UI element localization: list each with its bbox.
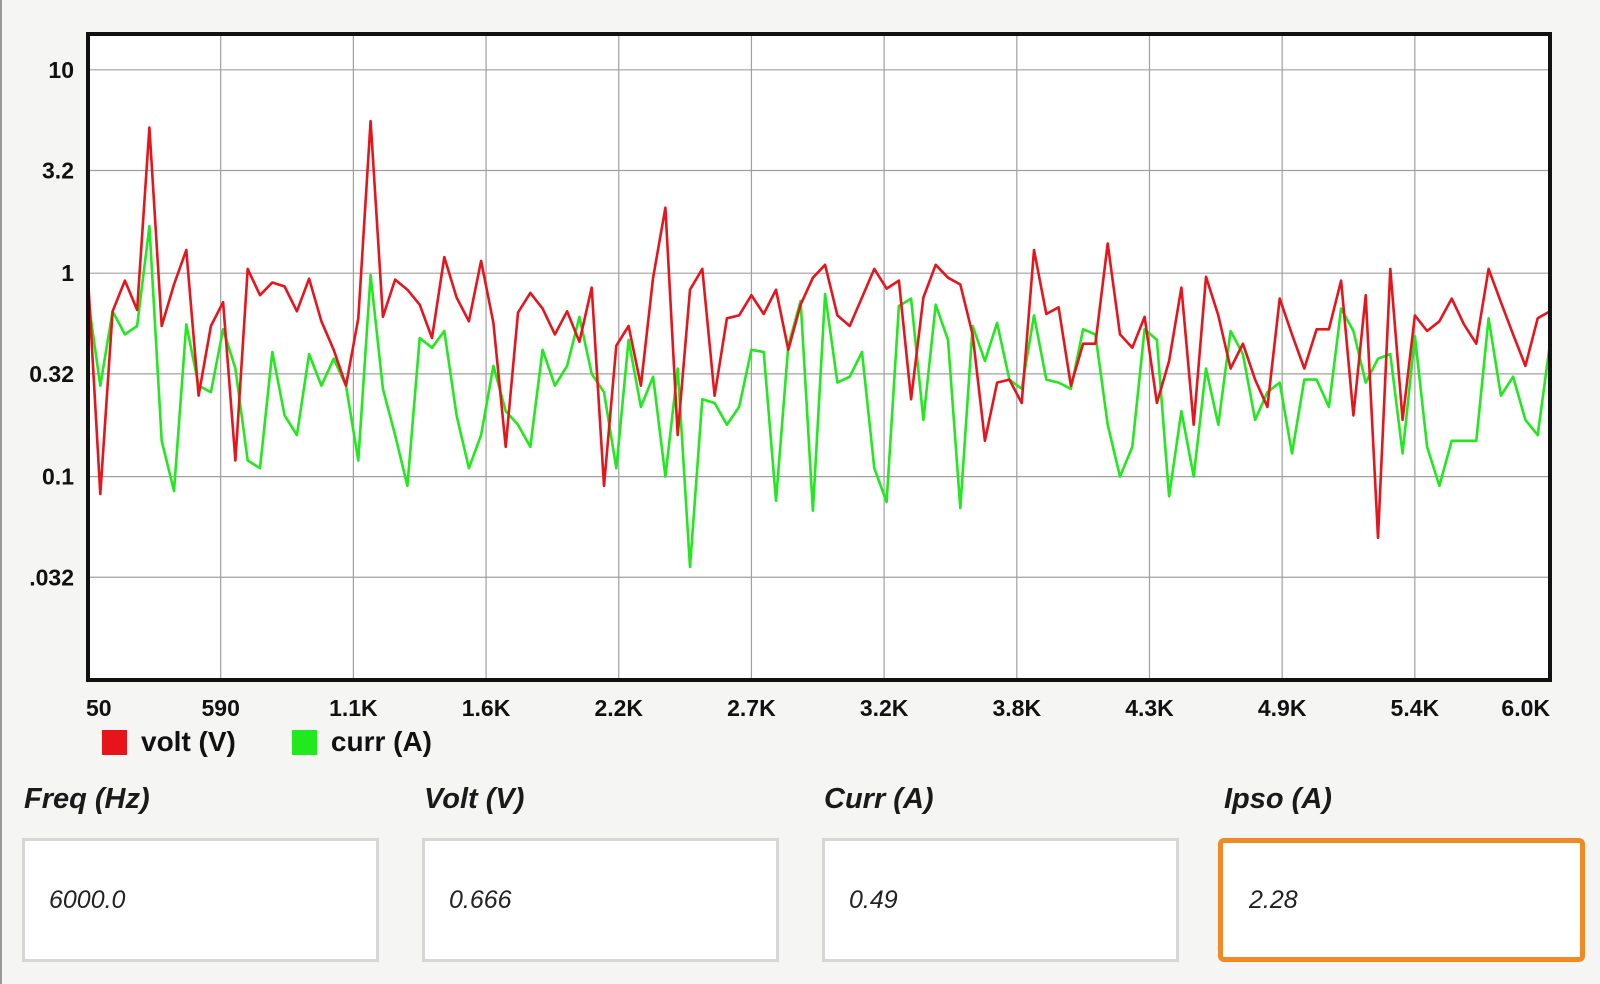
volt-field[interactable]: 0.666 xyxy=(422,838,779,962)
ipso-label: Ipso (A) xyxy=(1224,783,1332,815)
x-tick-label: 6.0K xyxy=(1501,695,1550,720)
y-tick-label: 0.1 xyxy=(42,464,74,490)
freq-label: Freq (Hz) xyxy=(24,783,150,815)
x-tick-label: 50 xyxy=(86,695,112,720)
legend-swatch-curr xyxy=(291,729,317,755)
x-tick-label: 4.9K xyxy=(1258,695,1307,720)
chart: 10 3.2 1 0.32 0.1 .032 50 590 1.1K 1.6K 2.2K 2.7K 3.… xyxy=(29,32,1552,720)
legend-item-volt: volt (V) xyxy=(102,726,236,758)
x-tick-label: 3.8K xyxy=(993,695,1042,720)
x-tick-label: 4.3K xyxy=(1125,695,1174,720)
curr-label: Curr (A) xyxy=(824,783,934,815)
x-tick-label: 3.2K xyxy=(860,695,909,720)
y-tick-label: 0.32 xyxy=(29,361,74,387)
ipso-field[interactable]: 2.28 xyxy=(1218,838,1585,962)
legend: volt (V) curr (A) xyxy=(102,726,488,758)
volt-label: Volt (V) xyxy=(424,783,525,815)
curr-field[interactable]: 0.49 xyxy=(822,838,1179,962)
x-tick-label: 590 xyxy=(201,695,239,720)
legend-label-volt: volt (V) xyxy=(141,726,236,757)
y-tick-label: .032 xyxy=(29,564,74,590)
y-tick-label: 10 xyxy=(48,57,74,83)
y-tick-label: 1 xyxy=(61,260,74,286)
plot-area xyxy=(88,34,1550,680)
x-tick-label: 1.1K xyxy=(329,695,378,720)
x-tick-label: 1.6K xyxy=(462,695,511,720)
legend-label-curr: curr (A) xyxy=(330,726,433,757)
freq-field[interactable]: 6000.0 xyxy=(22,838,379,962)
x-tick-label: 2.7K xyxy=(727,695,776,720)
y-tick-label: 3.2 xyxy=(42,157,74,183)
x-tick-label: 5.4K xyxy=(1391,695,1440,720)
legend-item-curr: curr (A) xyxy=(291,726,433,758)
legend-swatch-volt xyxy=(102,729,127,755)
x-tick-label: 2.2K xyxy=(594,695,643,720)
